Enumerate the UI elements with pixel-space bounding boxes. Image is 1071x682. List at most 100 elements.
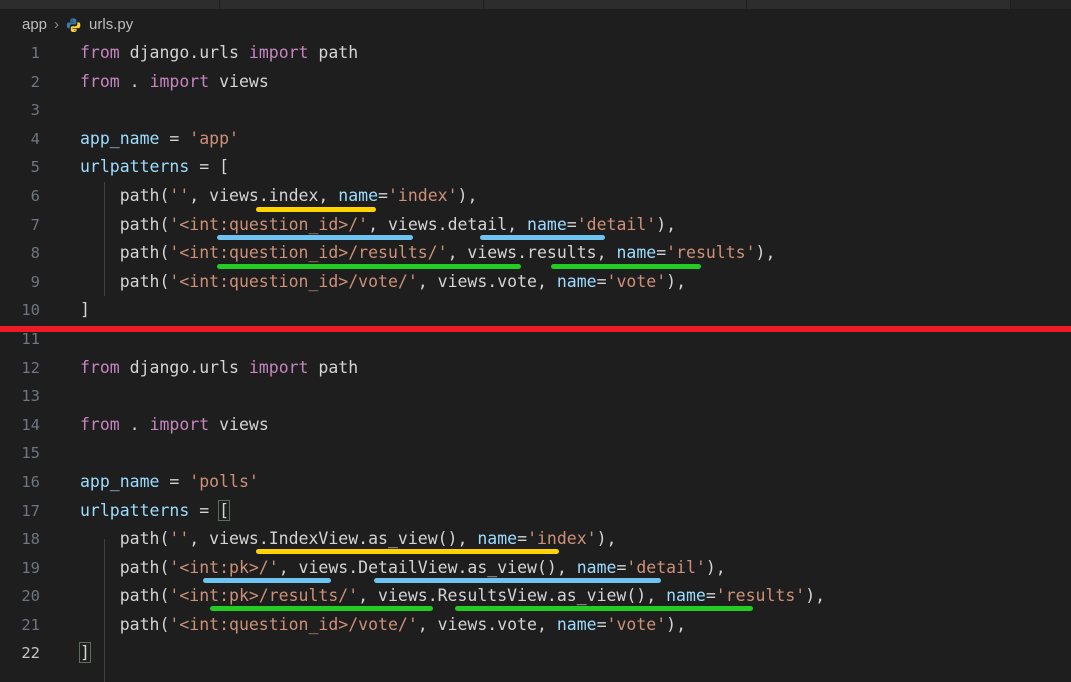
bracket-match: [ — [218, 499, 231, 521]
code-text[interactable]: urlpatterns = [ — [62, 153, 1071, 182]
bracket-match: ] — [79, 642, 91, 664]
code-token: '' — [169, 185, 190, 205]
code-line[interactable]: 9 path('<int:question_id>/vote/', views.… — [0, 268, 1071, 297]
code-token: path( — [80, 614, 170, 634]
line-number: 16 — [21, 472, 40, 491]
code-lines[interactable]: 1 from django.urls import path 2 from . imp… — [0, 39, 1071, 668]
highlight-underline-blue — [203, 578, 331, 583]
editor-tab-strip[interactable] — [0, 0, 1071, 9]
code-token: . — [119, 414, 150, 434]
line-number: 5 — [30, 158, 40, 177]
code-token: import — [149, 71, 210, 91]
code-line[interactable]: 21 path('<int:question_id>/vote/', views… — [0, 611, 1071, 640]
code-line[interactable]: 14 from . import views — [0, 411, 1071, 440]
code-token: path( — [80, 271, 170, 291]
code-token: path( — [80, 214, 170, 234]
code-token: path( — [80, 557, 170, 577]
code-line[interactable]: 1 from django.urls import path — [0, 39, 1071, 68]
code-token: '<int:question_id>/' — [169, 214, 369, 234]
python-file-icon — [66, 17, 83, 34]
chevron-right-icon: › — [54, 15, 60, 33]
code-token: = — [596, 271, 607, 291]
code-token: 'app' — [189, 128, 239, 148]
code-text[interactable]: app_name = 'app' — [62, 125, 1071, 154]
breadcrumb[interactable]: app › urls.py — [0, 9, 1071, 39]
line-number: 12 — [21, 358, 40, 377]
editor-tab[interactable] — [0, 0, 220, 9]
code-text[interactable]: path('<int:question_id>/vote/', views.vo… — [62, 268, 1071, 297]
code-line[interactable]: 3 — [0, 96, 1071, 125]
line-number: 10 — [21, 301, 40, 320]
code-line[interactable]: 2 from . import views — [0, 68, 1071, 97]
code-token: ] — [80, 300, 90, 320]
breadcrumb-folder[interactable]: app — [22, 16, 47, 33]
code-token: = — [566, 214, 577, 234]
code-token: '<int:question_id>/vote/' — [169, 271, 418, 291]
line-number: 8 — [30, 244, 40, 263]
code-line[interactable]: 22] — [0, 639, 1071, 668]
code-line[interactable]: 8 path('<int:question_id>/results/', vie… — [0, 239, 1071, 268]
code-token: , views.ResultsView.as_view(), — [358, 586, 667, 606]
code-text[interactable]: from django.urls import path — [62, 354, 1071, 383]
code-token: app_name — [80, 471, 160, 491]
highlight-underline-yellow — [256, 207, 376, 212]
code-line[interactable]: 17 urlpatterns = [ — [0, 497, 1071, 526]
code-text[interactable]: path('<int:question_id>/vote/', views.vo… — [62, 611, 1071, 640]
code-line[interactable]: 13 — [0, 382, 1071, 411]
code-text[interactable]: path('', views.index, name='index'), — [62, 182, 1071, 211]
line-number: 14 — [21, 415, 40, 434]
code-line[interactable]: 15 — [0, 439, 1071, 468]
code-text[interactable]: from . import views — [62, 411, 1071, 440]
code-token: '<int:pk>/results/' — [169, 586, 359, 606]
code-token: import — [149, 414, 210, 434]
code-editor[interactable]: 1 from django.urls import path 2 from . imp… — [0, 39, 1071, 682]
code-token: name — [527, 214, 567, 234]
code-token: name — [338, 185, 379, 205]
code-token: ), — [805, 586, 826, 606]
line-number: 21 — [21, 615, 40, 634]
code-token: , views.DetailView.as_view(), — [278, 557, 577, 577]
breadcrumb-file[interactable]: urls.py — [89, 16, 133, 33]
code-token: = — [705, 586, 716, 606]
code-token: 'results' — [715, 586, 806, 606]
editor-tab[interactable] — [747, 0, 1011, 9]
code-token: , views.IndexView.as_view(), — [189, 529, 478, 549]
highlight-underline-green — [210, 606, 433, 611]
code-text[interactable]: urlpatterns = [ — [62, 497, 1071, 526]
editor-tab[interactable] — [220, 0, 484, 9]
code-token: = — [159, 471, 190, 491]
code-token: ), — [666, 614, 687, 634]
code-token: name — [576, 557, 617, 577]
code-token: path( — [80, 586, 170, 606]
code-text[interactable]: from django.urls import path — [62, 39, 1071, 68]
line-number: 7 — [30, 215, 40, 234]
editor-tab[interactable] — [484, 0, 747, 9]
code-token: import — [248, 43, 309, 62]
code-text[interactable]: ] — [62, 296, 1071, 325]
code-token: 'polls' — [189, 471, 259, 491]
code-line[interactable]: 12 from django.urls import path — [0, 354, 1071, 383]
code-line[interactable]: 16 app_name = 'polls' — [0, 468, 1071, 497]
code-token: 'results' — [666, 243, 756, 263]
code-token: ), — [656, 214, 677, 234]
code-token: from — [80, 43, 120, 62]
code-token: urlpatterns — [80, 157, 190, 177]
code-line[interactable]: 6 path('', views.index, name='index'), — [0, 182, 1071, 211]
code-text[interactable]: app_name = 'polls' — [62, 468, 1071, 497]
code-token: = — [656, 243, 667, 263]
code-line[interactable]: 4 app_name = 'app' — [0, 125, 1071, 154]
line-number: 6 — [30, 186, 40, 205]
code-line[interactable]: 10] — [0, 296, 1071, 325]
highlight-underline-green — [455, 606, 753, 611]
tab-strip-filler — [1011, 0, 1071, 9]
code-text[interactable]: path('', views.IndexView.as_view(), name… — [62, 525, 1071, 554]
highlight-underline-green — [217, 264, 521, 269]
code-token: urlpatterns — [80, 500, 190, 520]
highlight-underline-blue — [480, 235, 605, 240]
code-text[interactable]: from . import views — [62, 68, 1071, 97]
code-token: , views.vote, — [417, 614, 557, 634]
code-token: from — [80, 71, 120, 91]
code-line[interactable]: 5 urlpatterns = [ — [0, 153, 1071, 182]
code-text[interactable]: ] — [62, 639, 1071, 668]
code-token: ), — [596, 529, 617, 549]
